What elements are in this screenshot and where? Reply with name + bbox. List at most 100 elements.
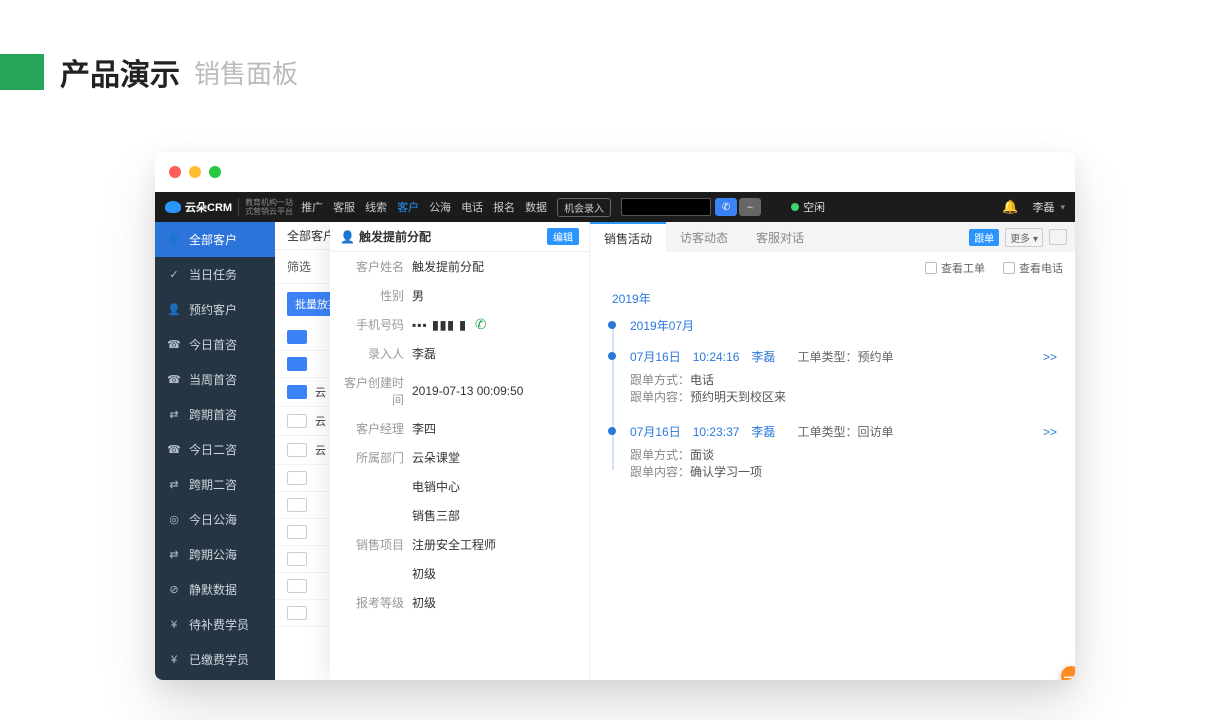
entry-date: 07月16日 [630, 423, 681, 440]
detail-row: 所属部门云朵课堂 [330, 443, 589, 472]
activity-tab-客服对话[interactable]: 客服对话 [742, 222, 818, 252]
detail-row: 销售三部 [330, 501, 589, 530]
nav-item-公海[interactable]: 公海 [429, 199, 451, 215]
nav-item-线索[interactable]: 线索 [365, 199, 387, 215]
customer-detail-panel: 👤 触发提前分配 编辑 客户姓名触发提前分配性别男手机号码▪▪▪ ▮▮▮ ▮✆录… [330, 222, 590, 680]
fab-button[interactable]: — [1061, 666, 1075, 680]
call-buttons: ✆ ⌢ [715, 198, 761, 216]
sidebar-item-当日任务[interactable]: ✓当日任务 [155, 257, 275, 292]
window-max-dot[interactable] [209, 166, 221, 178]
entry-more-link[interactable]: >> [1043, 350, 1057, 364]
cloud-icon [165, 201, 181, 213]
phone-icon[interactable]: ✆ [475, 316, 487, 333]
window-min-dot[interactable] [189, 166, 201, 178]
entry-more-link[interactable]: >> [1043, 425, 1057, 439]
sidebar-item-跨期首咨[interactable]: ⇄跨期首咨 [155, 397, 275, 432]
row-checkbox[interactable] [287, 471, 307, 485]
person-icon: 👤 [340, 230, 355, 244]
entry-line-label: 跟单内容： [630, 390, 690, 404]
filter-查看电话[interactable]: 查看电话 [1003, 260, 1063, 276]
search-input[interactable] [621, 198, 711, 216]
sidebar-item-当周首咨[interactable]: ☎当周首咨 [155, 362, 275, 397]
entry-line: 跟单方式：电话 [630, 371, 1057, 388]
sidebar-item-全部客户[interactable]: 👤全部客户 [155, 222, 275, 257]
detail-label [340, 478, 412, 495]
sidebar-item-静默数据[interactable]: ⊘静默数据 [155, 572, 275, 607]
sidebar-icon: 👤 [167, 233, 181, 246]
logo[interactable]: 云朵CRM 教育机构一站 式营销云平台 [165, 198, 293, 216]
follow-badge[interactable]: 跟单 [969, 229, 999, 246]
filter-查看工单[interactable]: 查看工单 [925, 260, 985, 276]
row-checkbox[interactable] [287, 414, 307, 428]
detail-value: 销售三部 [412, 507, 460, 524]
row-checkbox[interactable] [287, 606, 307, 620]
detail-label: 性别 [340, 287, 412, 304]
sidebar-icon: ☎ [167, 338, 181, 351]
slide-header: 产品演示 销售面板 [0, 0, 1210, 94]
entry-line-value: 面谈 [690, 448, 714, 462]
checkbox-icon[interactable] [1003, 262, 1015, 274]
nav-item-数据[interactable]: 数据 [525, 199, 547, 215]
main-row: 👤全部客户✓当日任务👤预约客户☎今日首咨☎当周首咨⇄跨期首咨☎今日二咨⇄跨期二咨… [155, 222, 1075, 680]
sidebar-item-预约客户[interactable]: 👤预约客户 [155, 292, 275, 327]
row-checkbox[interactable] [287, 525, 307, 539]
row-checkbox[interactable] [287, 579, 307, 593]
nav-item-报名[interactable]: 报名 [493, 199, 515, 215]
entry-line-value: 预约明天到校区来 [690, 390, 786, 404]
detail-row: 销售项目注册安全工程师 [330, 530, 589, 559]
sidebar-icon: ◎ [167, 513, 181, 526]
nav-item-客服[interactable]: 客服 [333, 199, 355, 215]
detail-value: 2019-07-13 00:09:50 [412, 384, 523, 398]
detail-label: 客户经理 [340, 420, 412, 437]
detail-label: 手机号码 [340, 316, 412, 333]
nav-item-推广[interactable]: 推广 [301, 199, 323, 215]
content-title: 全部客户 [287, 227, 335, 244]
more-button[interactable]: 更多 ▾ [1005, 228, 1043, 247]
detail-value: 电销中心 [412, 478, 460, 495]
entry-line-value: 电话 [690, 373, 714, 387]
sidebar-item-今日二咨[interactable]: ☎ 今日二咨 [155, 432, 275, 467]
sidebar-item-跨期二咨[interactable]: ⇄跨期二咨 [155, 467, 275, 502]
row-checkbox[interactable] [287, 552, 307, 566]
detail-row: 手机号码▪▪▪ ▮▮▮ ▮✆ [330, 310, 589, 339]
sidebar-icon: ☎ [167, 443, 181, 456]
hangup-button[interactable]: ⌢ [739, 198, 761, 216]
nav-item-客户[interactable]: 客户 [397, 199, 419, 215]
entry-body: 跟单方式：电话跟单内容：预约明天到校区来 [630, 371, 1057, 405]
bell-icon[interactable]: 🔔 [1002, 199, 1018, 215]
activity-tab-销售活动[interactable]: 销售活动 [590, 222, 666, 252]
entry-type: 工单类型：预约单 [797, 348, 893, 365]
window-close-dot[interactable] [169, 166, 181, 178]
detail-row: 客户经理李四 [330, 414, 589, 443]
select-all-checkbox[interactable] [287, 330, 307, 344]
entry-line-label: 跟单内容： [630, 465, 690, 479]
row-checkbox[interactable] [287, 385, 307, 399]
edit-button[interactable]: 编辑 [547, 228, 579, 245]
user-name[interactable]: 李磊 [1032, 199, 1054, 215]
row-name: 云 [315, 384, 326, 400]
sidebar-item-今日公海[interactable]: ◎今日公海 [155, 502, 275, 537]
chevron-down-icon[interactable]: ▾ [1060, 202, 1065, 213]
call-button[interactable]: ✆ [715, 198, 737, 216]
status-label[interactable]: 空闲 [803, 199, 825, 215]
entry-line: 跟单内容：确认学习一项 [630, 463, 1057, 480]
detail-row: 性别男 [330, 281, 589, 310]
sidebar-item-待补费学员[interactable]: ¥待补费学员 [155, 607, 275, 642]
nav-item-电话[interactable]: 电话 [461, 199, 483, 215]
filter-label: 查看电话 [1019, 260, 1063, 276]
row-checkbox[interactable] [287, 443, 307, 457]
sidebar-item-开通课程[interactable]: ▦开通课程 [155, 677, 275, 680]
row-checkbox[interactable] [287, 357, 307, 371]
popout-icon[interactable] [1049, 229, 1067, 245]
opportunity-entry-button[interactable]: 机会录入 [557, 198, 611, 217]
sidebar-icon: ☎ [167, 373, 181, 386]
sidebar-item-跨期公海[interactable]: ⇄跨期公海 [155, 537, 275, 572]
detail-value: 李磊 [412, 345, 436, 362]
sidebar-item-label: 今日二咨 [189, 441, 237, 458]
logo-subtext: 教育机构一站 式营销云平台 [238, 198, 293, 216]
sidebar-item-今日首咨[interactable]: ☎今日首咨 [155, 327, 275, 362]
activity-tab-访客动态[interactable]: 访客动态 [666, 222, 742, 252]
row-checkbox[interactable] [287, 498, 307, 512]
checkbox-icon[interactable] [925, 262, 937, 274]
sidebar-item-已缴费学员[interactable]: ¥已缴费学员 [155, 642, 275, 677]
